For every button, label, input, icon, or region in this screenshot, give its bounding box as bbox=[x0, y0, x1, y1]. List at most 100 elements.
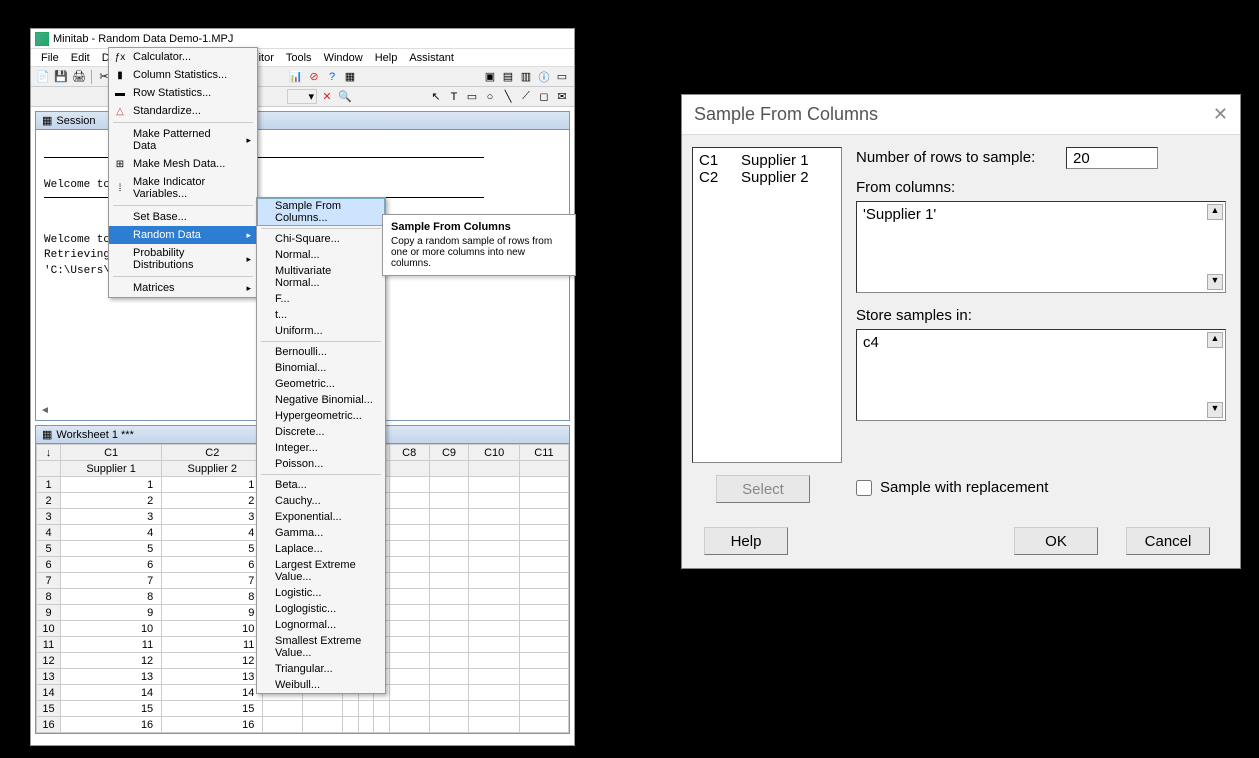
cell[interactable] bbox=[519, 701, 568, 717]
cell[interactable] bbox=[469, 541, 519, 557]
submenu-item[interactable]: Poisson... bbox=[257, 456, 385, 472]
select-button[interactable]: Select bbox=[716, 475, 810, 503]
cell[interactable] bbox=[389, 621, 429, 637]
col-header[interactable]: C2 bbox=[162, 445, 263, 461]
cell[interactable]: 8 bbox=[61, 589, 162, 605]
rect-icon[interactable]: ▭ bbox=[464, 89, 480, 105]
cell[interactable]: 11 bbox=[61, 637, 162, 653]
menu-random-data[interactable]: Random Data bbox=[109, 226, 257, 244]
cell[interactable] bbox=[429, 557, 469, 573]
cell[interactable] bbox=[429, 701, 469, 717]
cell[interactable] bbox=[519, 477, 568, 493]
print-icon[interactable]: 🖨 bbox=[71, 69, 87, 85]
line-icon[interactable]: ╲ bbox=[500, 89, 516, 105]
cell[interactable]: 15 bbox=[162, 701, 263, 717]
menu-set-base[interactable]: Set Base... bbox=[109, 208, 257, 226]
cell[interactable] bbox=[389, 701, 429, 717]
cell[interactable]: 2 bbox=[61, 493, 162, 509]
menu-column-stats[interactable]: ▮Column Statistics... bbox=[109, 66, 257, 84]
submenu-item[interactable]: Lognormal... bbox=[257, 617, 385, 633]
list-item[interactable]: C2Supplier 2 bbox=[697, 169, 837, 186]
cell[interactable] bbox=[389, 685, 429, 701]
cell[interactable] bbox=[519, 717, 568, 733]
help-button[interactable]: Help bbox=[704, 527, 788, 555]
cell[interactable] bbox=[469, 589, 519, 605]
cell[interactable] bbox=[429, 605, 469, 621]
chart-icon[interactable]: 📊 bbox=[288, 69, 304, 85]
cell[interactable] bbox=[429, 685, 469, 701]
circle-icon[interactable]: ○ bbox=[482, 89, 498, 105]
menu-assistant[interactable]: Assistant bbox=[403, 50, 460, 66]
cell[interactable] bbox=[469, 669, 519, 685]
scroll-down-icon[interactable]: ▼ bbox=[1207, 274, 1223, 290]
cell[interactable] bbox=[519, 493, 568, 509]
row-header[interactable]: 10 bbox=[37, 621, 61, 637]
cell[interactable]: 12 bbox=[61, 653, 162, 669]
cell[interactable] bbox=[389, 669, 429, 685]
cell[interactable]: 16 bbox=[61, 717, 162, 733]
submenu-item[interactable]: Discrete... bbox=[257, 424, 385, 440]
menu-help[interactable]: Help bbox=[369, 50, 404, 66]
cell[interactable] bbox=[429, 669, 469, 685]
row-header[interactable]: 4 bbox=[37, 525, 61, 541]
tool-icon[interactable]: ▦ bbox=[342, 69, 358, 85]
cell[interactable] bbox=[469, 525, 519, 541]
cell[interactable]: 9 bbox=[162, 605, 263, 621]
cell[interactable] bbox=[519, 685, 568, 701]
cell[interactable] bbox=[519, 605, 568, 621]
cell[interactable]: 7 bbox=[61, 573, 162, 589]
row-header[interactable]: 5 bbox=[37, 541, 61, 557]
marker-icon[interactable]: ◻ bbox=[536, 89, 552, 105]
submenu-item[interactable]: Integer... bbox=[257, 440, 385, 456]
cell[interactable] bbox=[469, 493, 519, 509]
cell[interactable]: 15 bbox=[61, 701, 162, 717]
row-header[interactable]: 6 bbox=[37, 557, 61, 573]
cell[interactable]: 14 bbox=[162, 685, 263, 701]
cell[interactable] bbox=[429, 541, 469, 557]
ok-button[interactable]: OK bbox=[1014, 527, 1098, 555]
cell[interactable] bbox=[519, 573, 568, 589]
save-icon[interactable]: 💾 bbox=[53, 69, 69, 85]
cell[interactable] bbox=[389, 605, 429, 621]
menu-prob-dist[interactable]: Probability Distributions bbox=[109, 244, 257, 274]
row-header[interactable]: 12 bbox=[37, 653, 61, 669]
scroll-left-icon[interactable]: ◄ bbox=[40, 405, 50, 416]
cell[interactable]: 12 bbox=[162, 653, 263, 669]
cell[interactable] bbox=[469, 701, 519, 717]
cell[interactable] bbox=[389, 589, 429, 605]
row-header[interactable]: 16 bbox=[37, 717, 61, 733]
cell[interactable]: 5 bbox=[61, 541, 162, 557]
cell[interactable]: 8 bbox=[162, 589, 263, 605]
row-header[interactable]: 7 bbox=[37, 573, 61, 589]
cell[interactable] bbox=[389, 653, 429, 669]
info-icon[interactable]: ⓘ bbox=[536, 69, 552, 85]
search-icon[interactable]: 🔍 bbox=[337, 89, 353, 105]
row-header[interactable]: 9 bbox=[37, 605, 61, 621]
submenu-sample-from-columns[interactable]: Sample From Columns... bbox=[257, 198, 385, 226]
cell[interactable] bbox=[429, 589, 469, 605]
cell[interactable] bbox=[469, 621, 519, 637]
cell[interactable]: 10 bbox=[162, 621, 263, 637]
cell[interactable] bbox=[429, 493, 469, 509]
cell[interactable] bbox=[469, 509, 519, 525]
cell[interactable]: 5 bbox=[162, 541, 263, 557]
menu-edit[interactable]: Edit bbox=[65, 50, 96, 66]
cell[interactable] bbox=[389, 573, 429, 589]
submenu-item[interactable]: Uniform... bbox=[257, 323, 385, 339]
menu-indicator-vars[interactable]: ⁞Make Indicator Variables... bbox=[109, 173, 257, 203]
row-header[interactable]: 3 bbox=[37, 509, 61, 525]
cell[interactable] bbox=[519, 589, 568, 605]
envelope-icon[interactable]: ✉ bbox=[554, 89, 570, 105]
cell[interactable] bbox=[389, 637, 429, 653]
polyline-icon[interactable]: ⟋ bbox=[518, 89, 534, 105]
row-header[interactable]: 11 bbox=[37, 637, 61, 653]
sample-with-replacement-checkbox[interactable]: Sample with replacement bbox=[856, 479, 1048, 496]
submenu-item[interactable]: F... bbox=[257, 291, 385, 307]
scroll-up-icon[interactable]: ▲ bbox=[1207, 204, 1223, 220]
menu-tools[interactable]: Tools bbox=[280, 50, 318, 66]
cell[interactable] bbox=[429, 509, 469, 525]
cancel-icon[interactable]: ⊘ bbox=[306, 69, 322, 85]
cell[interactable]: 1 bbox=[61, 477, 162, 493]
cell[interactable] bbox=[429, 717, 469, 733]
col-header[interactable]: C9 bbox=[429, 445, 469, 461]
